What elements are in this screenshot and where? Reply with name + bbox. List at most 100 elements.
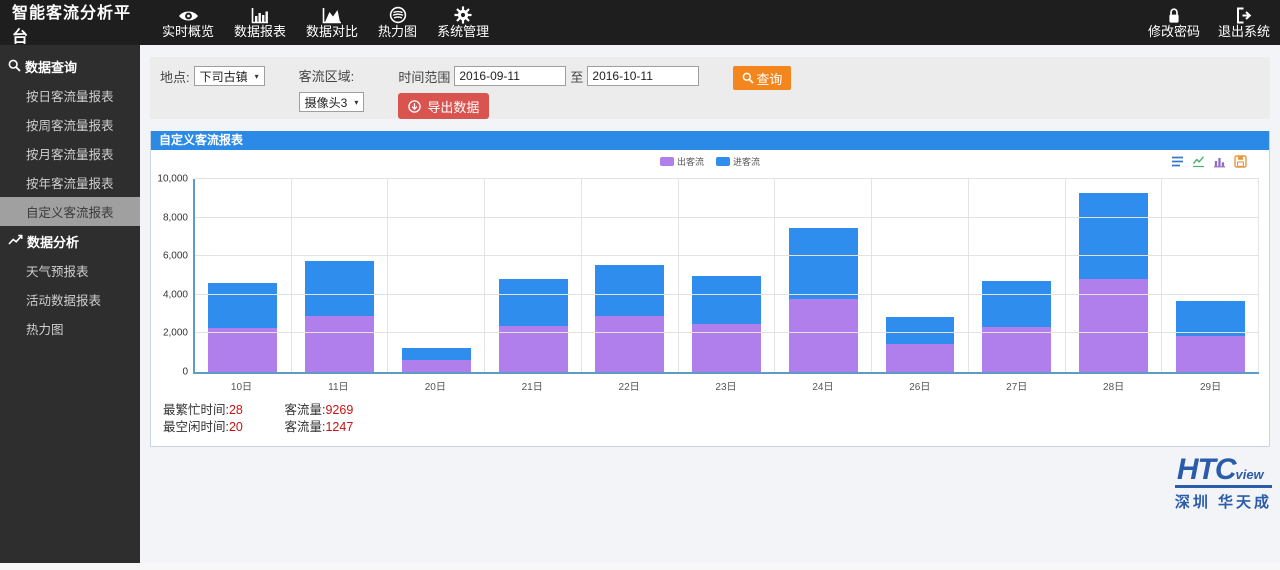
bar-slot [871,179,968,372]
sidebar-group-data-query[interactable]: 数据查询 [0,51,140,81]
bar-slot [1161,179,1259,372]
sidebar-item-custom-report[interactable]: 自定义客流报表 [0,197,140,226]
change-password-button[interactable]: 修改密码 [1148,6,1200,40]
nav-label: 数据对比 [306,25,358,40]
nav-item-system[interactable]: 系统管理 [437,6,489,40]
sidebar-item-daily-report[interactable]: 按日客流量报表 [0,81,140,110]
date-to-label: 至 [570,67,583,86]
stacked-bar [982,179,1051,372]
export-data-label: 导出数据 [427,97,479,116]
x-axis-label: 22日 [581,378,678,393]
x-axis-label: 10日 [193,378,290,393]
legend-item-in[interactable]: 进客流 [716,155,760,168]
location-label: 地点: [160,67,190,86]
y-axis-label: 0 [182,367,188,378]
y-axis-label: 2,000 [163,328,188,339]
chevron-down-icon: ▾ [354,98,358,107]
line-chart-icon[interactable] [1191,154,1205,168]
stacked-bar [1176,179,1245,372]
bar-chart-icon [251,6,269,24]
bar-slot [1065,179,1162,372]
sidebar-item-yearly-report[interactable]: 按年客流量报表 [0,168,140,197]
bar-slot [291,179,388,372]
x-axis-label: 21日 [484,378,581,393]
bar-segment-out [982,327,1051,372]
stacked-bar [402,179,471,372]
location-select-value: 下司古镇 [200,68,248,85]
chart-plot: 02,0004,0006,0008,00010,000 [193,179,1259,374]
bar-segment-in [1079,193,1148,279]
busiest-time-value: 28 [229,403,243,417]
area-chart-icon [322,6,342,24]
bar-segment-out [595,316,664,372]
bar-chart-icon[interactable] [1212,154,1226,168]
bar-slot [968,179,1065,372]
sidebar: 数据查询 按日客流量报表 按周客流量报表 按月客流量报表 按年客流量报表 自定义… [0,45,140,563]
bar-segment-in [499,279,568,325]
sidebar-group-label: 数据查询 [25,57,77,76]
stacked-bar [1079,179,1148,372]
stacked-bar [305,179,374,372]
bar-segment-out [305,316,374,372]
save-image-icon[interactable] [1233,154,1247,168]
bar-segment-out [789,299,858,372]
logo-subtitle: 深圳 华天成 [1175,491,1272,512]
bar-slot [484,179,581,372]
heatmap-icon [389,6,407,24]
y-axis-label: 4,000 [163,289,188,300]
query-label: 查询 [756,69,782,88]
nav-label: 热力图 [378,25,417,40]
camera-select[interactable]: 摄像头3 ▾ [299,92,365,112]
bar-segment-in [305,261,374,316]
filter-bar: 地点: 下司古镇 ▾ 客流区域: 摄像头3 ▾ 时间范围 至 [150,57,1270,119]
location-select[interactable]: 下司古镇 ▾ [194,66,265,86]
export-data-button[interactable]: 导出数据 [398,93,489,119]
gear-icon [454,6,472,24]
search-icon [8,59,21,75]
bar-slot [195,179,291,372]
eye-icon [178,6,199,24]
legend-item-out[interactable]: 出客流 [660,155,704,168]
bar-slot [387,179,484,372]
x-axis-label: 27日 [968,378,1065,393]
logout-icon [1235,6,1252,24]
query-button[interactable]: 查询 [733,66,791,90]
sidebar-group-label: 数据分析 [27,232,79,251]
stacked-bar [499,179,568,372]
panel-title: 自定义客流报表 [151,131,1269,150]
nav-label: 系统管理 [437,25,489,40]
chart-plot-slots [195,179,1259,372]
stacked-bar [886,179,955,372]
logo-brand-text: HTC [1177,455,1236,485]
nav-item-heatmap[interactable]: 热力图 [378,6,417,40]
sidebar-item-weather-report[interactable]: 天气预报表 [0,256,140,285]
logout-button[interactable]: 退出系统 [1218,6,1270,40]
stacked-bar [789,179,858,372]
date-range-label: 时间范围 [398,67,450,86]
nav-item-compare[interactable]: 数据对比 [306,6,358,40]
nav-item-realtime[interactable]: 实时概览 [162,6,214,40]
chart-toolbox [1170,154,1247,168]
sidebar-item-monthly-report[interactable]: 按月客流量报表 [0,139,140,168]
download-circle-icon [408,100,421,113]
legend-label-in: 进客流 [733,155,760,168]
date-to-input[interactable] [587,66,699,86]
stacked-bar [595,179,664,372]
bottom-scroll-strip [0,563,1280,570]
app-title: 智能客流分析平台 [0,0,148,47]
nav-item-reports[interactable]: 数据报表 [234,6,286,40]
nav-label: 实时概览 [162,25,214,40]
y-axis-label: 6,000 [163,251,188,262]
data-view-icon[interactable] [1170,154,1184,168]
idlest-time-value: 20 [229,420,243,434]
sidebar-group-data-analysis[interactable]: 数据分析 [0,226,140,256]
date-from-input[interactable] [454,66,566,86]
legend-row: 出客流 进客流 [151,153,1269,171]
busiest-flow-value: 9269 [325,403,353,417]
bar-segment-out [692,324,761,372]
legend-swatch-in [716,157,730,166]
sidebar-item-activity-report[interactable]: 活动数据报表 [0,285,140,314]
sidebar-item-heatmap[interactable]: 热力图 [0,314,140,343]
bar-segment-in [789,228,858,298]
sidebar-item-weekly-report[interactable]: 按周客流量报表 [0,110,140,139]
